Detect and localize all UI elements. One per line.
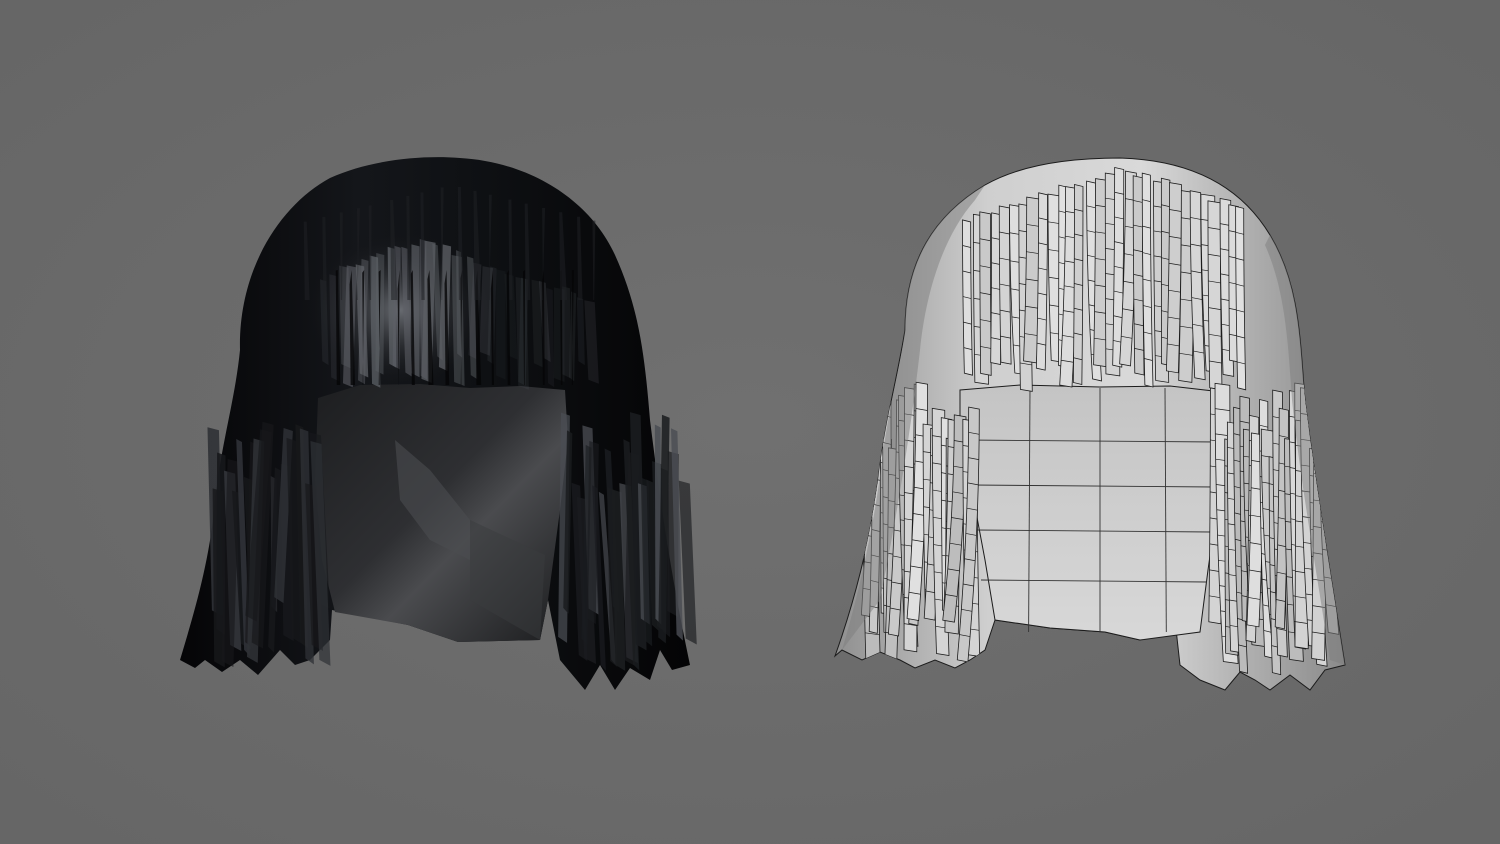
face-cavity [959,384,1226,641]
3d-viewport [0,0,1500,844]
scene-canvas [0,0,1500,844]
